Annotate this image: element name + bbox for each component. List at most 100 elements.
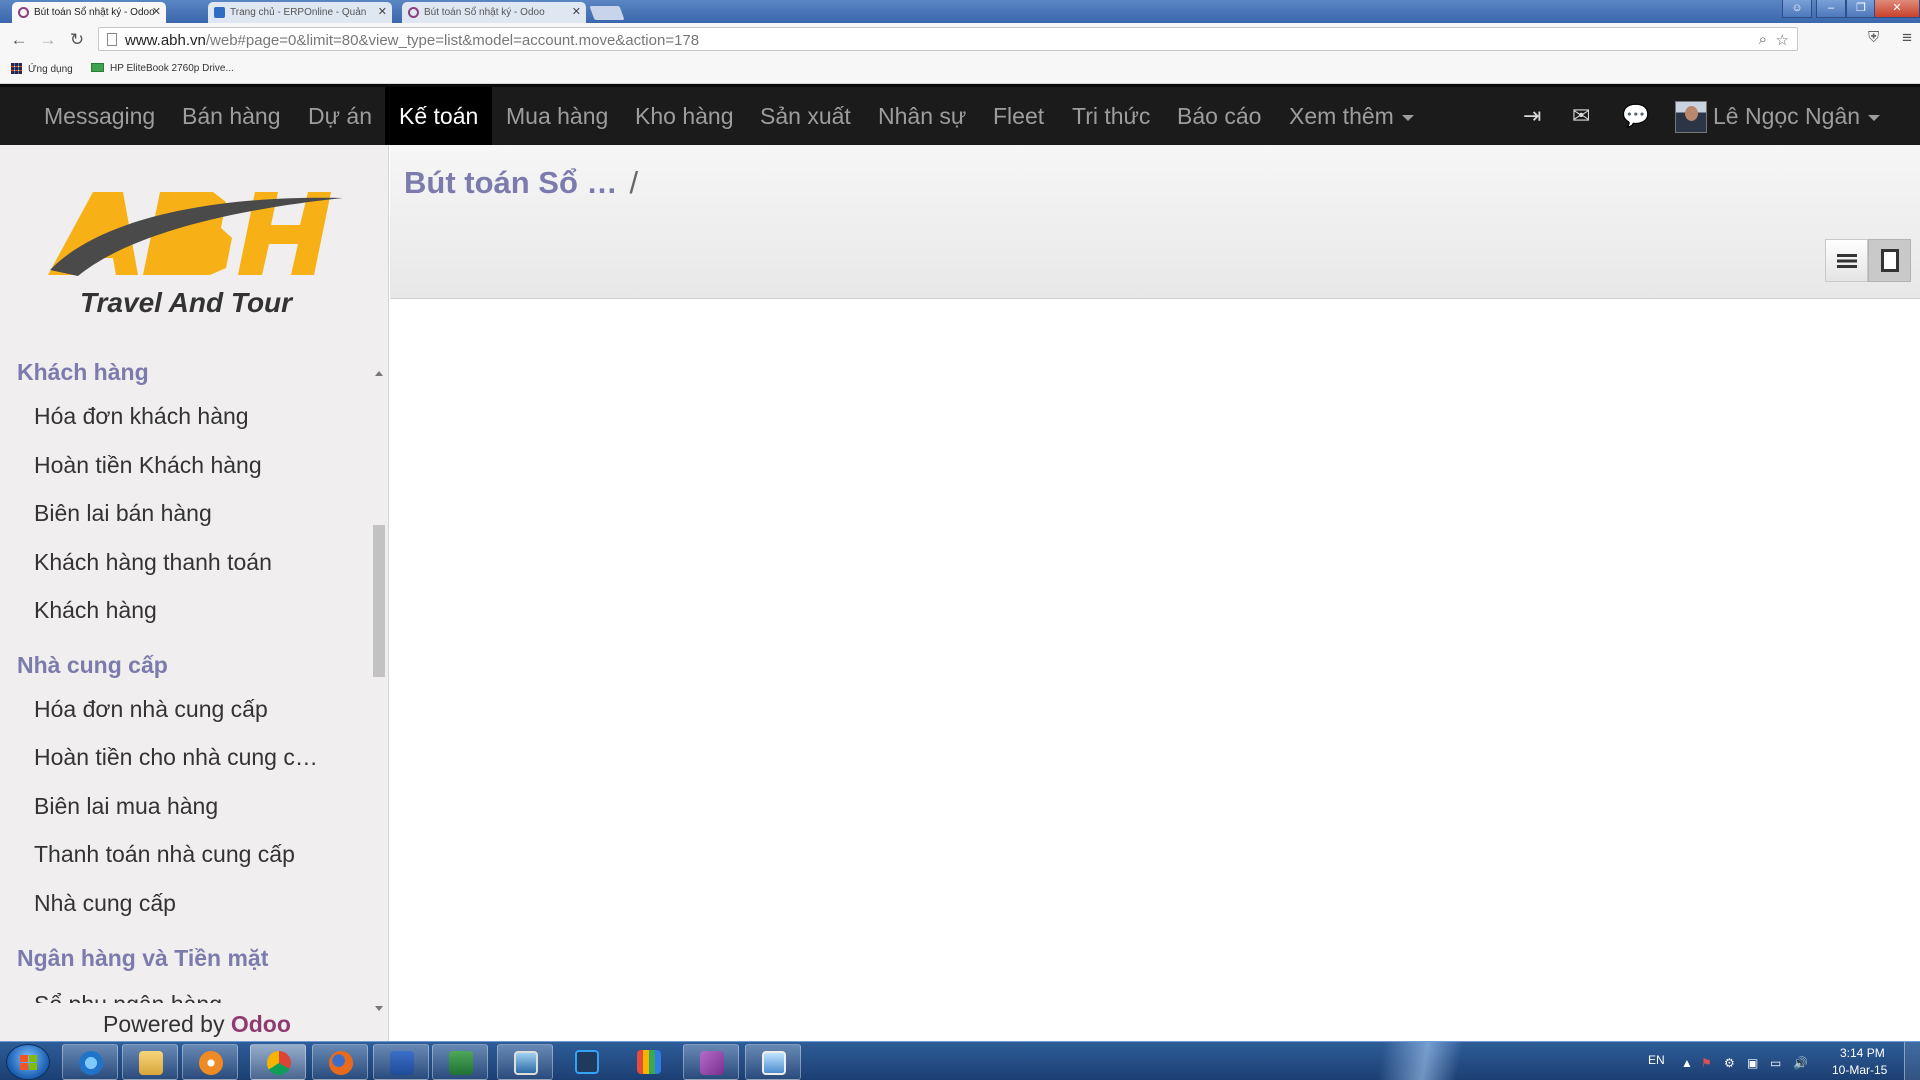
folder-icon <box>139 1051 163 1075</box>
new-tab-button[interactable] <box>589 6 625 20</box>
chrome-icon <box>267 1051 291 1075</box>
sidebar-item-bank-statements[interactable]: Sổ phụ ngân hàng <box>34 991 222 1003</box>
page-icon <box>107 33 117 46</box>
sidebar-item-suppliers[interactable]: Nhà cung cấp <box>34 890 176 917</box>
user-name: Lê Ngọc Ngân <box>1713 103 1861 129</box>
user-menu[interactable]: Lê Ngọc Ngân <box>1713 87 1881 145</box>
form-view-button[interactable] <box>1868 239 1911 282</box>
taskbar-excel[interactable] <box>432 1044 488 1080</box>
menu-fleet[interactable]: Fleet <box>979 87 1058 145</box>
menu-sales[interactable]: Bán hàng <box>168 87 294 145</box>
menu-more[interactable]: Xem thêm <box>1275 87 1428 145</box>
taskbar-onenote[interactable] <box>683 1044 739 1080</box>
device-icon[interactable]: ▣ <box>1747 1056 1758 1070</box>
company-logo[interactable]: Travel And Tour <box>38 180 358 320</box>
browser-tabstrip: Bút toán Sổ nhật ký - Odoo ✕ Trang chủ -… <box>0 0 1920 23</box>
extension-shield-icon[interactable]: ⛨ <box>1868 29 1879 46</box>
bookmark-hp-elitebook[interactable]: HP EliteBook 2760p Drive... <box>91 63 234 74</box>
flag-icon[interactable]: ⚑ <box>1701 1056 1712 1070</box>
menu-accounting[interactable]: Kế toán <box>385 87 493 145</box>
browser-tab-1[interactable]: Bút toán Sổ nhật ký - Odoo ✕ <box>12 2 166 23</box>
scrollbar-thumb[interactable] <box>373 525 385 677</box>
user-avatar[interactable] <box>1675 101 1707 133</box>
menu-messaging[interactable]: Messaging <box>30 87 169 145</box>
taskbar-remote-desktop[interactable] <box>497 1044 553 1080</box>
menu-more-label: Xem thêm <box>1289 103 1394 129</box>
envelope-icon[interactable]: ✉ <box>1572 103 1590 129</box>
menu-hr[interactable]: Nhân sự <box>864 87 980 145</box>
back-icon[interactable]: ← <box>8 29 30 51</box>
bookmark-star-icon[interactable]: ☆ <box>1776 31 1789 49</box>
odoo-link[interactable]: Odoo <box>231 1011 291 1037</box>
restore-button[interactable]: ❐ <box>1846 0 1876 18</box>
sidebar-item-customer-invoices[interactable]: Hóa đơn khách hàng <box>34 403 249 430</box>
scroll-up-icon[interactable] <box>375 371 383 376</box>
sidebar-scrollbar[interactable] <box>372 371 386 1011</box>
url-text: www.abh.vn/web#page=0&limit=80&view_type… <box>125 32 700 49</box>
browser-tab-2[interactable]: Trang chủ - ERPOnline - Quản ✕ <box>208 2 392 23</box>
logo-tagline: Travel And Tour <box>80 287 294 318</box>
excel-icon <box>449 1051 473 1075</box>
internet-explorer-icon <box>79 1051 103 1075</box>
menu-warehouse[interactable]: Kho hàng <box>621 87 747 145</box>
photoshop-icon[interactable] <box>575 1050 599 1074</box>
scroll-down-icon[interactable] <box>375 1006 383 1011</box>
sidebar-item-customers[interactable]: Khách hàng <box>34 597 157 624</box>
taskbar-display-app[interactable] <box>745 1044 801 1080</box>
tab-close-icon[interactable]: ✕ <box>152 2 161 23</box>
sidebar-item-supplier-invoices[interactable]: Hóa đơn nhà cung cấp <box>34 696 268 723</box>
app-grid-icon[interactable] <box>637 1050 661 1074</box>
network-icon[interactable]: ▭ <box>1770 1056 1781 1070</box>
chat-icon[interactable]: 💬 <box>1622 103 1649 129</box>
menu-manufacturing[interactable]: Sản xuất <box>746 87 865 145</box>
forward-icon[interactable]: → <box>37 29 59 51</box>
sidebar-item-customer-refunds[interactable]: Hoàn tiền Khách hàng <box>34 452 262 479</box>
start-button[interactable] <box>6 1044 50 1080</box>
sidebar-item-customer-payments[interactable]: Khách hàng thanh toán <box>34 549 272 576</box>
list-view-button[interactable] <box>1825 239 1868 282</box>
sidebar-item-supplier-refunds[interactable]: Hoàn tiền cho nhà cung c… <box>34 744 318 771</box>
sidebar-item-purchase-receipts[interactable]: Biên lai mua hàng <box>34 793 218 820</box>
language-indicator[interactable]: EN <box>1648 1053 1665 1067</box>
browser-menu-icon[interactable]: ≡ <box>1902 28 1912 48</box>
onenote-icon <box>700 1051 724 1075</box>
control-panel: Bút toán Sổ … / <box>390 145 1920 299</box>
sidebar-item-sales-receipts[interactable]: Biên lai bán hàng <box>34 500 212 527</box>
taskbar-firefox[interactable] <box>312 1044 368 1080</box>
taskbar-chrome[interactable] <box>250 1044 306 1080</box>
zoom-icon[interactable]: ⌕ <box>1759 31 1767 48</box>
menu-reporting[interactable]: Báo cáo <box>1163 87 1275 145</box>
word-icon <box>390 1051 414 1075</box>
taskbar-word[interactable] <box>373 1044 429 1080</box>
list-view-icon <box>1836 253 1857 268</box>
tab-close-icon[interactable]: ✕ <box>378 2 387 23</box>
user-profile-icon[interactable]: ☺ <box>1782 0 1812 18</box>
clock-time[interactable]: 3:14 PM <box>1840 1046 1885 1060</box>
minimize-button[interactable]: ‒ <box>1816 0 1846 18</box>
browser-tab-3[interactable]: Bút toán Sổ nhật ký - Odoo ✕ <box>402 2 586 23</box>
clock-date[interactable]: 10-Mar-15 <box>1832 1063 1887 1077</box>
menu-knowledge[interactable]: Tri thức <box>1058 87 1164 145</box>
close-window-button[interactable]: ✕ <box>1874 0 1920 18</box>
volume-icon[interactable]: 🔊 <box>1793 1056 1808 1070</box>
sidebar-item-supplier-payments[interactable]: Thanh toán nhà cung cấp <box>34 841 295 868</box>
bookmark-apps[interactable]: Ứng dụng <box>11 63 73 75</box>
odoo-top-menu: Messaging Bán hàng Dự án Kế toán Mua hàn… <box>0 84 1920 145</box>
reload-icon[interactable]: ↻ <box>66 29 88 51</box>
logo-graphic <box>48 192 343 276</box>
caret-down-icon <box>1868 114 1881 121</box>
menu-purchase[interactable]: Mua hàng <box>492 87 622 145</box>
menu-project[interactable]: Dự án <box>294 87 386 145</box>
bookmark-page-icon <box>91 63 104 72</box>
form-view-icon <box>1880 249 1899 273</box>
taskbar-explorer[interactable] <box>122 1044 178 1080</box>
taskbar-ie[interactable] <box>62 1044 118 1080</box>
tab-close-icon[interactable]: ✕ <box>572 2 581 23</box>
show-desktop-button[interactable] <box>1904 1042 1920 1080</box>
sign-in-icon[interactable]: ⇥ <box>1523 103 1541 129</box>
breadcrumb-title[interactable]: Bút toán Sổ … <box>404 165 618 200</box>
tray-expand-icon[interactable]: ▲ <box>1681 1056 1693 1070</box>
address-bar[interactable]: www.abh.vn/web#page=0&limit=80&view_type… <box>98 27 1798 51</box>
taskbar-media-player[interactable] <box>182 1044 238 1080</box>
network-share-icon[interactable]: ⚙ <box>1724 1056 1735 1070</box>
